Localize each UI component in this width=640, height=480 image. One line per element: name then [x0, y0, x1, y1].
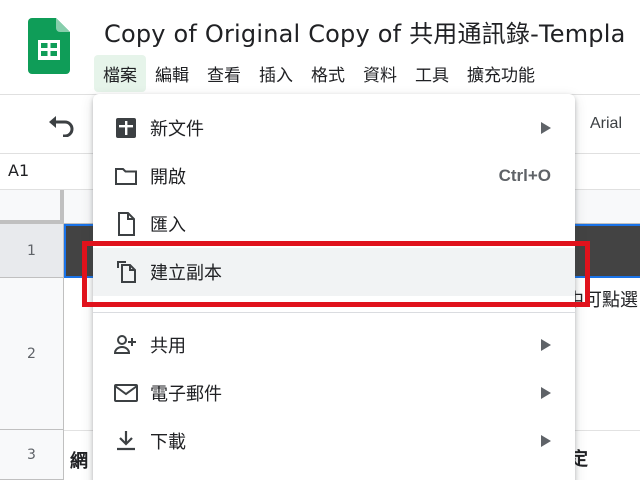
- menu-item-share[interactable]: 共用: [93, 321, 575, 369]
- menu-edit[interactable]: 編輯: [146, 55, 198, 92]
- sheets-logo-icon[interactable]: [28, 18, 70, 74]
- cell-text[interactable]: 網: [70, 447, 88, 473]
- menu-extensions[interactable]: 擴充功能: [458, 55, 544, 92]
- menu-item-new[interactable]: 新文件: [93, 104, 575, 152]
- submenu-arrow-icon: [541, 339, 551, 351]
- menu-item-download[interactable]: 下載: [93, 417, 575, 465]
- copy-icon: [117, 261, 136, 283]
- menu-bar: 檔案 編輯 查看 插入 格式 資料 工具 擴充功能: [94, 54, 544, 92]
- download-icon: [117, 431, 135, 451]
- menu-item-import[interactable]: 匯入: [93, 200, 575, 248]
- menu-item-label: 匯入: [150, 215, 186, 236]
- submenu-arrow-icon: [541, 387, 551, 399]
- add-person-icon: [113, 335, 136, 354]
- menu-insert[interactable]: 插入: [250, 55, 302, 92]
- file-menu-dropdown: 新文件 開啟 Ctrl+O 匯入 建立副本 共用 電子郵件 下載: [93, 94, 575, 480]
- folder-icon: [115, 168, 137, 185]
- menu-item-label: 建立副本: [150, 263, 222, 284]
- menu-item-label: 新文件: [150, 119, 204, 140]
- font-family-select[interactable]: Arial: [590, 115, 622, 133]
- row-header-1[interactable]: 1: [0, 224, 64, 278]
- menu-item-label: 下載: [150, 432, 186, 453]
- menu-file[interactable]: 檔案: [94, 54, 146, 92]
- row-header-2[interactable]: 2: [0, 278, 64, 430]
- menu-tools[interactable]: 工具: [406, 55, 458, 92]
- menu-item-label: 電子郵件: [150, 384, 222, 405]
- menu-item-label: 共用: [150, 336, 186, 357]
- menu-item-label: 開啟: [150, 167, 186, 188]
- name-box[interactable]: A1: [8, 161, 29, 180]
- row-header-3[interactable]: 3: [0, 430, 64, 480]
- menu-shortcut: Ctrl+O: [498, 166, 551, 185]
- document-title[interactable]: Copy of Original Copy of 共用通訊錄-Templa: [104, 14, 625, 49]
- menu-format[interactable]: 格式: [302, 55, 354, 92]
- mail-icon: [114, 384, 138, 402]
- cell-text[interactable]: 中可點選: [566, 286, 638, 312]
- new-doc-icon: [116, 118, 136, 138]
- menu-data[interactable]: 資料: [354, 55, 406, 92]
- select-all-corner[interactable]: [0, 190, 64, 224]
- menu-separator: [93, 312, 575, 313]
- menu-item-email[interactable]: 電子郵件: [93, 369, 575, 417]
- undo-icon[interactable]: [48, 113, 76, 137]
- submenu-arrow-icon: [541, 435, 551, 447]
- submenu-arrow-icon: [541, 122, 551, 134]
- menu-item-make-copy[interactable]: 建立副本: [93, 248, 575, 296]
- file-icon: [118, 212, 135, 236]
- menu-item-open[interactable]: 開啟 Ctrl+O: [93, 152, 575, 200]
- menu-view[interactable]: 查看: [198, 55, 250, 92]
